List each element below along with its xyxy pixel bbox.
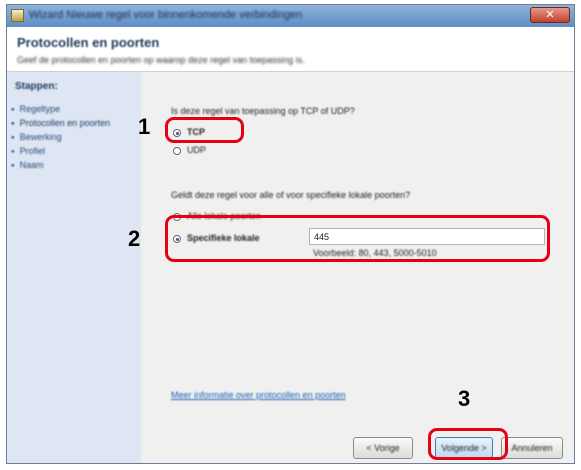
cancel-button-label: Annuleren	[511, 443, 553, 453]
page-title: Protocollen en poorten	[17, 35, 160, 50]
udp-label[interactable]: UDP	[187, 145, 206, 155]
highlight-specific-ports	[165, 215, 550, 262]
step-bewerking[interactable]: Bewerking	[11, 132, 62, 142]
udp-radio[interactable]	[173, 147, 181, 155]
step-protocollen-en-poorten[interactable]: Protocollen en poorten	[11, 118, 111, 128]
highlight-tcp	[165, 117, 244, 143]
step-profiel[interactable]: Profiel	[11, 146, 46, 156]
firewall-app-icon	[11, 9, 24, 22]
callout-number-1: 1	[138, 114, 151, 139]
window-title: Wizard Nieuwe regel voor binnenkomende v…	[29, 9, 303, 21]
page-description: Geef de protocollen en poorten op waarop…	[17, 55, 305, 65]
cancel-button[interactable]: Annuleren	[501, 437, 563, 459]
back-button-label: < Vorige	[366, 443, 400, 453]
more-info-link[interactable]: Meer informatie over protocollen en poor…	[171, 390, 346, 400]
step-naam[interactable]: Naam	[11, 160, 44, 170]
back-button[interactable]: < Vorige	[353, 437, 413, 459]
title-bar[interactable]: Wizard Nieuwe regel voor binnenkomende v…	[7, 5, 574, 27]
step-regeltype[interactable]: Regeltype	[11, 104, 61, 114]
callout-number-2: 2	[128, 226, 141, 251]
highlight-next-button	[428, 428, 508, 460]
callout-number-3: 3	[458, 386, 471, 411]
steps-title: Stappen:	[15, 81, 58, 92]
wizard-header: Protocollen en poorten Geef de protocoll…	[7, 27, 574, 72]
protocol-question: Is deze regel van toepassing op TCP of U…	[171, 106, 355, 116]
close-button[interactable]: ✕	[530, 7, 570, 23]
ports-question: Geldt deze regel voor alle of voor speci…	[171, 190, 411, 200]
steps-panel: Stappen: Regeltype Protocollen en poorte…	[7, 72, 141, 463]
